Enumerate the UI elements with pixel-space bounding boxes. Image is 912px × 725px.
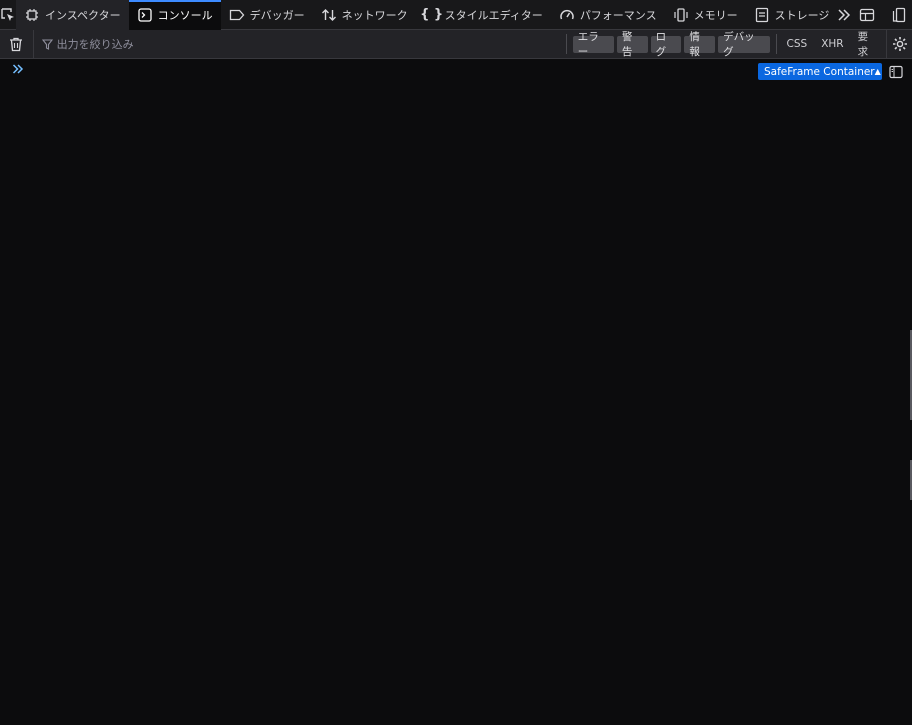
context-selector-label: SafeFrame Container xyxy=(764,65,875,78)
tab-performance[interactable]: パフォーマンス xyxy=(551,0,665,30)
filter-requests-toggle[interactable]: 要求 xyxy=(858,29,879,59)
style-editor-icon: { } xyxy=(420,7,444,22)
tabbar-controls xyxy=(851,0,912,30)
console-settings-button[interactable] xyxy=(886,30,912,58)
console-output[interactable]: SafeFrame Container ▲ xyxy=(0,59,912,725)
filter-warnings-toggle[interactable]: 警告 xyxy=(616,31,648,58)
tab-label: メモリー xyxy=(693,8,738,22)
devtools-tabbar: インスペクター コンソール デバッガー ネットワーク { } スタイルエディター… xyxy=(0,0,912,30)
tab-label: パフォーマンス xyxy=(579,8,657,22)
toggle-sidebar-button[interactable] xyxy=(887,63,905,81)
sort-arrows-icon: ▲ xyxy=(874,67,881,76)
tabs-overflow-button[interactable] xyxy=(837,0,851,30)
tab-label: インスペクター xyxy=(45,8,121,22)
element-picker-icon xyxy=(1,7,14,21)
filter-css-toggle[interactable]: CSS xyxy=(787,38,808,50)
dock-mode-button[interactable] xyxy=(883,0,912,30)
filter-logs-toggle[interactable]: ログ xyxy=(650,31,682,58)
double-chevron-right-icon xyxy=(12,64,24,74)
tab-console[interactable]: コンソール xyxy=(128,0,221,30)
filter-info-toggle[interactable]: 情報 xyxy=(684,31,716,58)
trash-icon xyxy=(10,37,23,51)
tab-network[interactable]: ネットワーク xyxy=(313,0,416,30)
filter-icon xyxy=(41,38,53,50)
network-icon xyxy=(321,7,337,23)
tab-label: ネットワーク xyxy=(341,8,408,22)
tab-style-editor[interactable]: { } スタイルエディター xyxy=(416,0,551,30)
tab-storage[interactable]: ストレージ xyxy=(746,0,838,30)
filter-xhr-toggle[interactable]: XHR xyxy=(821,38,843,50)
tab-memory[interactable]: メモリー xyxy=(665,0,746,30)
storage-icon xyxy=(754,7,770,23)
console-toolbar: エラー 警告 ログ 情報 デバッグ CSS XHR 要求 xyxy=(0,30,912,59)
sidebar-icon xyxy=(889,65,903,79)
filter-errors-toggle[interactable]: エラー xyxy=(572,31,614,58)
tab-label: デバッガー xyxy=(249,8,305,22)
tab-inspector[interactable]: インスペクター xyxy=(16,0,129,30)
memory-icon xyxy=(673,7,689,23)
context-selector[interactable]: SafeFrame Container ▲ xyxy=(758,63,882,80)
element-picker-button[interactable] xyxy=(0,0,16,30)
tab-label: スタイルエディター xyxy=(444,8,543,22)
filter-box xyxy=(41,33,563,55)
filter-debug-toggle[interactable]: デバッグ xyxy=(718,31,770,58)
dock-side-icon xyxy=(893,7,906,22)
console-icon xyxy=(137,7,153,23)
debugger-icon xyxy=(229,7,245,23)
split-console-button[interactable] xyxy=(851,0,883,30)
split-console-icon xyxy=(860,8,875,21)
toolbar-divider xyxy=(565,34,567,54)
double-chevron-right-icon xyxy=(838,8,851,21)
tab-label: コンソール xyxy=(157,8,213,22)
performance-icon xyxy=(559,7,575,23)
gear-icon xyxy=(892,37,907,51)
tab-label: ストレージ xyxy=(774,8,830,22)
clear-console-button[interactable] xyxy=(0,30,34,58)
filter-input[interactable] xyxy=(56,37,557,51)
console-input-prompt[interactable] xyxy=(12,63,24,79)
inspector-icon xyxy=(24,7,40,23)
toolbar-divider xyxy=(775,34,777,54)
tab-debugger[interactable]: デバッガー xyxy=(221,0,313,30)
